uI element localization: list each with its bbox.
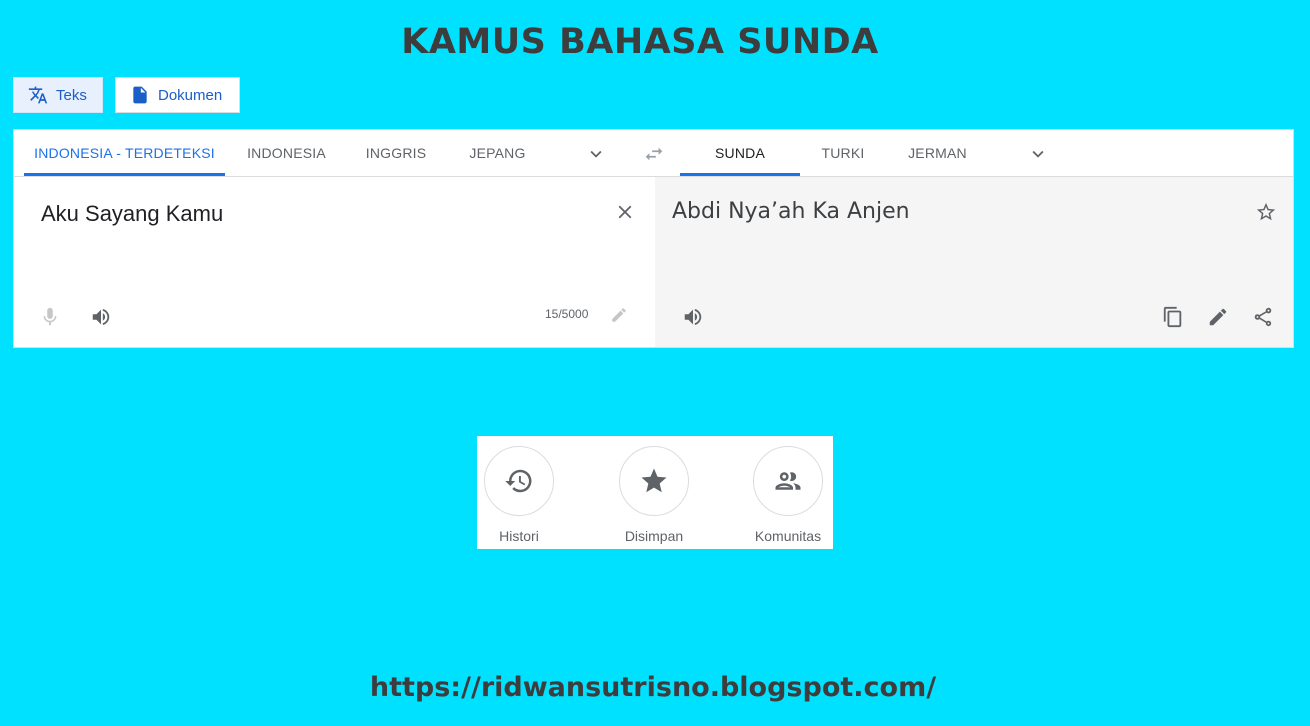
edit-translation-button[interactable] <box>1205 304 1231 330</box>
speaker-icon <box>684 308 702 326</box>
tab-target-turki[interactable]: TURKI <box>814 130 872 176</box>
share-translation-button[interactable] <box>1250 304 1276 330</box>
source-text[interactable]: Aku Sayang Kamu <box>41 201 223 227</box>
speaker-icon <box>92 308 110 326</box>
tab-source-detected[interactable]: INDONESIA - TERDETEKSI <box>24 130 225 176</box>
swap-icon <box>645 147 663 161</box>
source-edit-button[interactable] <box>608 304 630 326</box>
microphone-icon <box>43 307 57 326</box>
share-icon <box>1254 307 1272 327</box>
people-icon <box>775 472 801 490</box>
translate-panel: INDONESIA - TERDETEKSI INDONESIA INGGRIS… <box>13 129 1294 348</box>
document-icon <box>133 86 147 104</box>
history-button[interactable]: Histori <box>469 446 569 544</box>
translation-listen-button[interactable] <box>680 304 706 330</box>
chevron-down-icon <box>1032 150 1044 158</box>
copy-translation-button[interactable] <box>1160 304 1186 330</box>
saved-circle <box>619 446 689 516</box>
tab-target-sunda[interactable]: SUNDA <box>680 130 800 176</box>
community-button[interactable]: Komunitas <box>738 446 838 544</box>
document-mode-label: Dokumen <box>158 86 223 104</box>
tab-source-indonesia[interactable]: INDONESIA <box>239 130 334 176</box>
source-listen-button[interactable] <box>88 304 114 330</box>
bottom-actions: Histori Disimpan Komunitas <box>477 436 833 549</box>
language-tabs: INDONESIA - TERDETEKSI INDONESIA INGGRIS… <box>14 130 1293 177</box>
saved-button[interactable]: Disimpan <box>604 446 704 544</box>
tab-source-jepang[interactable]: JEPANG <box>460 130 535 176</box>
tab-source-inggris[interactable]: INGGRIS <box>356 130 436 176</box>
pencil-icon <box>612 308 626 322</box>
translation-result-area: Abdi Nya’ah Ka Anjen <box>655 177 1293 347</box>
source-more-languages-button[interactable] <box>584 142 608 166</box>
footer-url[interactable]: https://ridwansutrisno.blogspot.com/ <box>0 672 1306 703</box>
translation-text: Abdi Nya’ah Ka Anjen <box>672 199 910 224</box>
pencil-icon <box>1209 308 1227 326</box>
saved-label: Disimpan <box>624 528 684 544</box>
community-label: Komunitas <box>754 528 822 544</box>
star-outline-icon <box>1256 202 1276 221</box>
history-circle <box>484 446 554 516</box>
history-icon <box>505 469 532 493</box>
text-mode-label: Teks <box>56 86 87 104</box>
clear-text-button[interactable] <box>612 199 638 225</box>
history-label: Histori <box>499 528 539 544</box>
swap-languages-button[interactable] <box>642 142 666 166</box>
page-title: KAMUS BAHASA SUNDA <box>401 22 879 62</box>
close-icon <box>618 205 632 219</box>
community-circle <box>753 446 823 516</box>
document-mode-button[interactable]: Dokumen <box>115 77 240 113</box>
microphone-button[interactable] <box>38 305 62 329</box>
copy-icon <box>1163 306 1182 328</box>
tab-target-jerman[interactable]: JERMAN <box>900 130 975 176</box>
chevron-down-icon <box>590 150 602 158</box>
source-text-area[interactable]: Aku Sayang Kamu 15/5000 <box>14 177 655 347</box>
target-more-languages-button[interactable] <box>1026 142 1050 166</box>
save-translation-button[interactable] <box>1253 199 1279 225</box>
text-mode-button[interactable]: Teks <box>13 77 103 113</box>
translate-icon <box>28 86 48 104</box>
star-icon <box>641 468 667 493</box>
character-counter: 15/5000 <box>545 307 589 321</box>
